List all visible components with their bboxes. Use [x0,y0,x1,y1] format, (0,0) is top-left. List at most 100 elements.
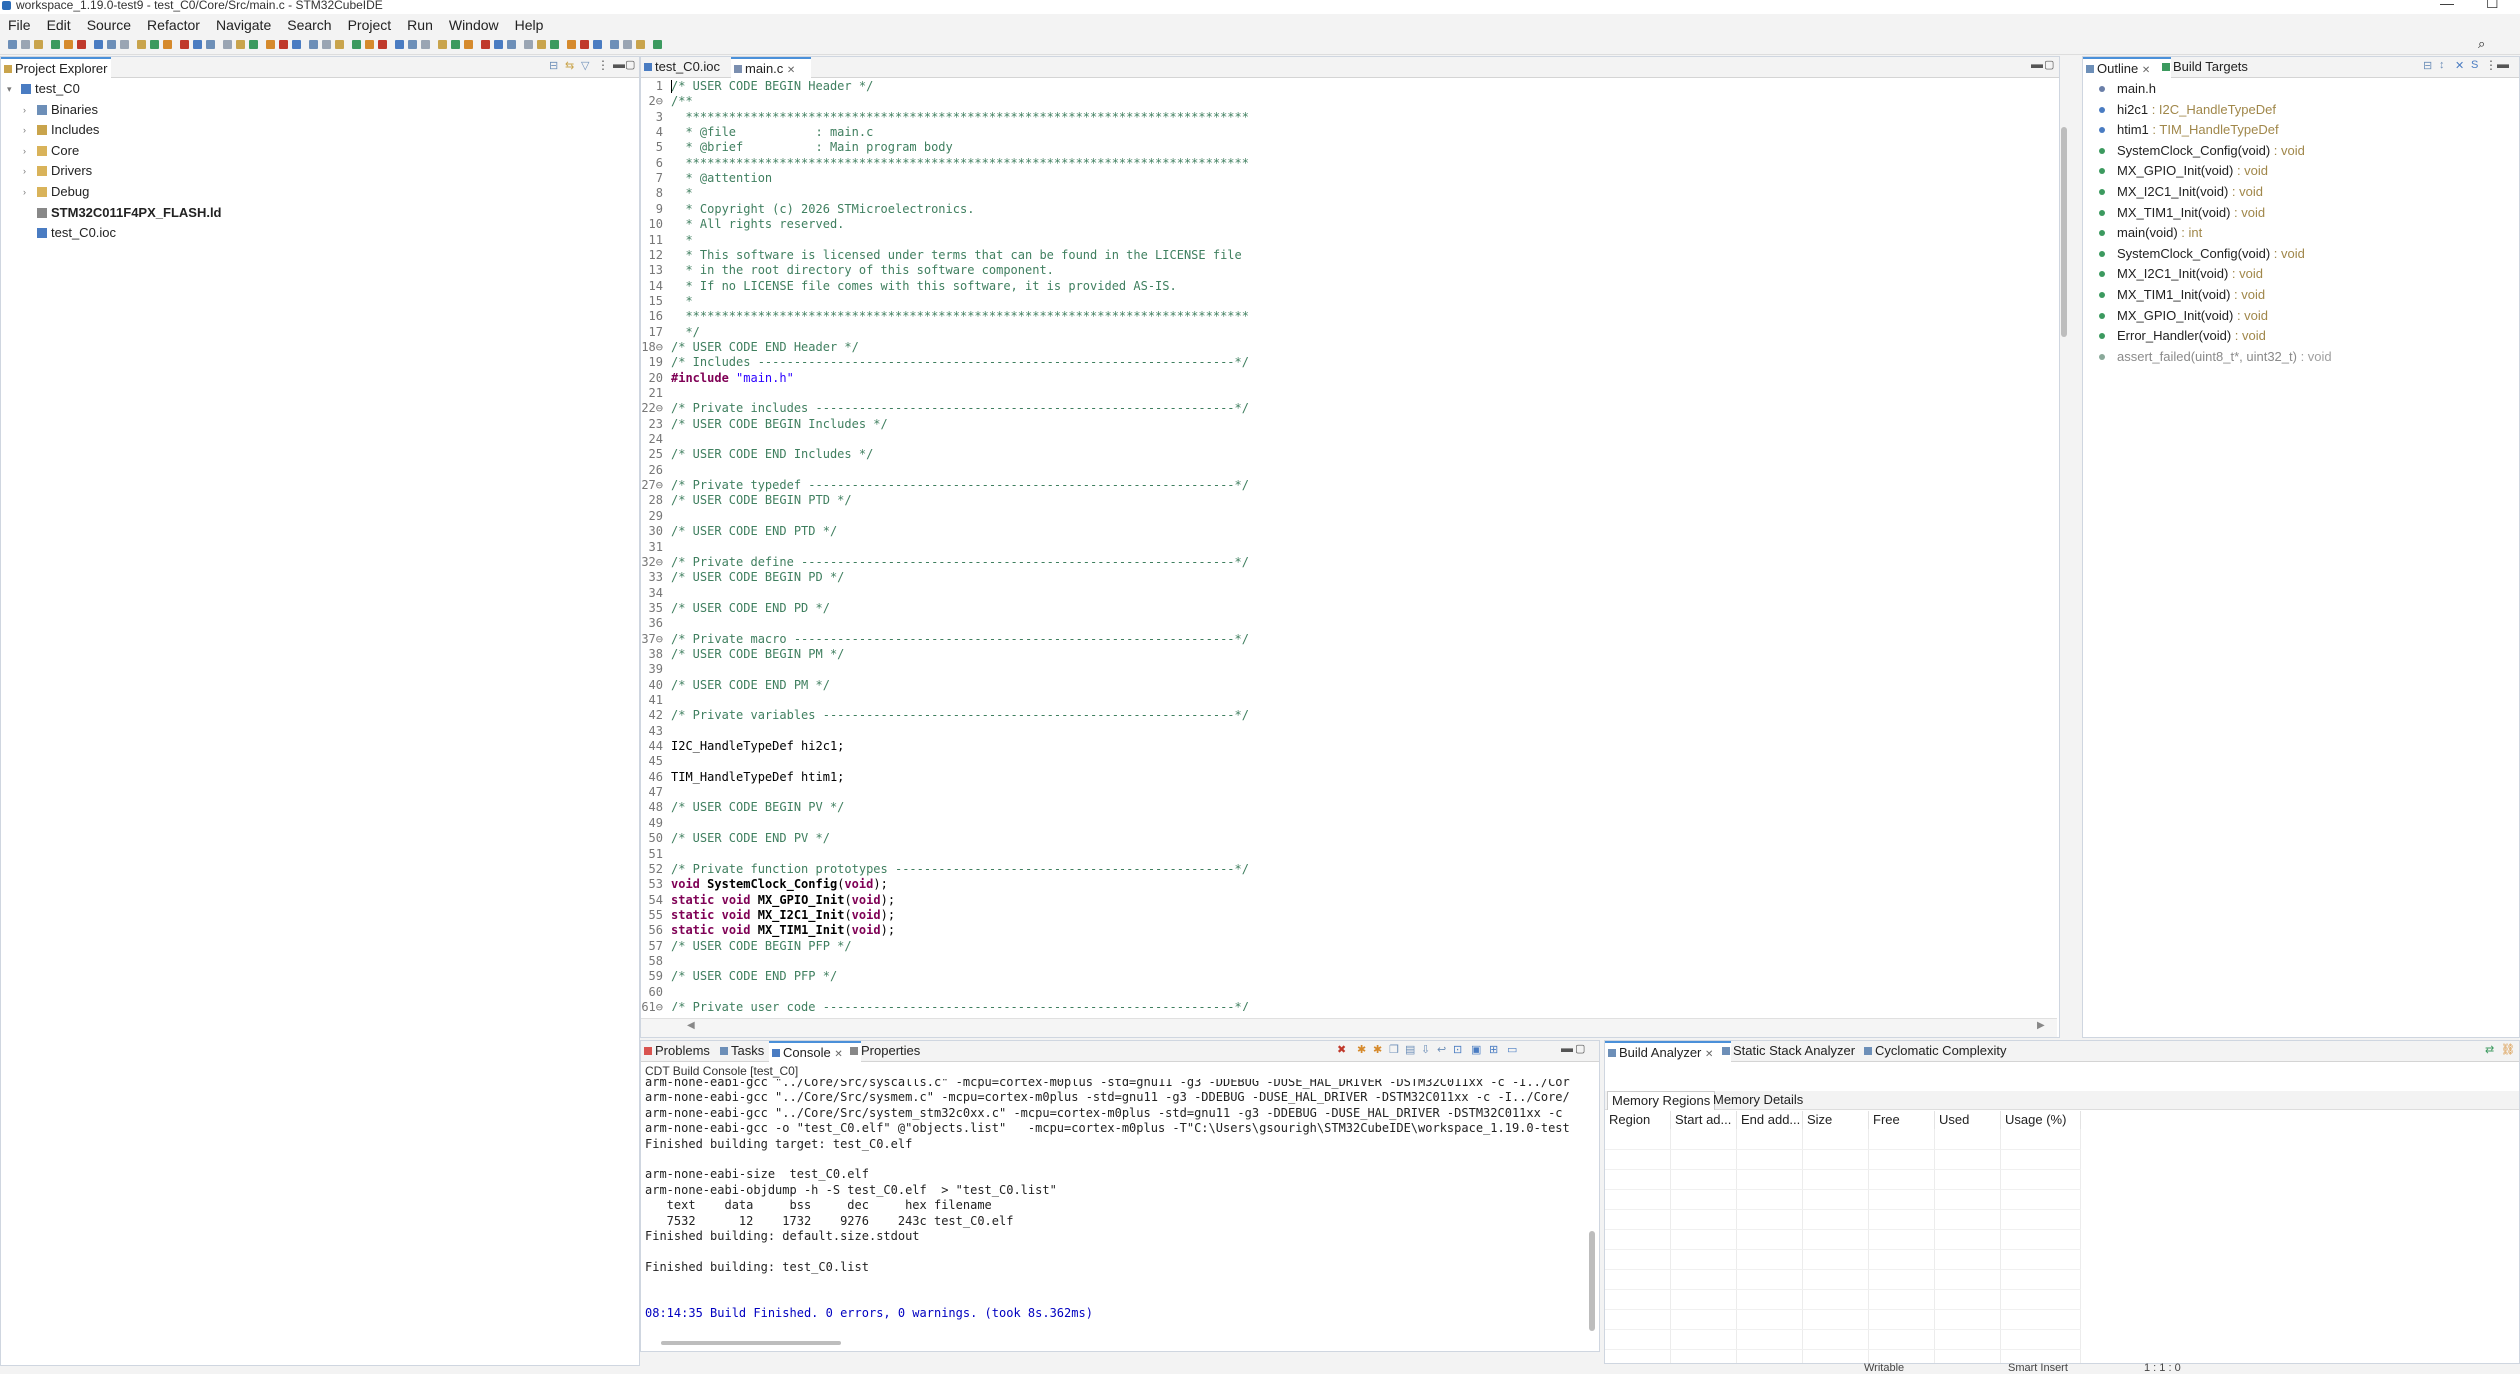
pin-icon[interactable] [623,40,632,49]
menu-project[interactable]: Project [340,14,400,36]
close-icon[interactable]: ✕ [834,1049,842,1060]
menu-edit[interactable]: Edit [39,14,79,36]
run-icon[interactable] [507,40,516,49]
collapse-all-icon[interactable]: ⊟ [2423,59,2432,72]
tab-properties[interactable]: Properties [847,1041,945,1061]
menu-window[interactable]: Window [441,14,507,36]
maximize-view-icon[interactable]: ▢ [625,58,635,71]
build-icon[interactable] [266,40,275,49]
chevron-right-icon[interactable]: › [23,182,33,202]
word-wrap-icon[interactable]: ↩ [1437,1043,1446,1056]
tab-main-c[interactable]: main.c ✕ [731,57,811,78]
save-icon[interactable] [21,40,30,49]
tab-project-explorer[interactable]: Project Explorer [1,57,112,78]
info-icon[interactable] [206,40,215,49]
new-icon[interactable] [8,40,17,49]
save-all-icon[interactable] [464,40,473,49]
search-files-icon[interactable] [335,40,344,49]
back-icon[interactable] [593,40,602,49]
prev-annotation-icon[interactable] [150,40,159,49]
tab-test-c0-ioc[interactable]: test_C0.ioc [641,57,743,77]
view-menu-icon[interactable]: ⋮ [2485,58,2497,72]
open-type-icon[interactable] [107,40,116,49]
copy-icon[interactable]: ❐ [1389,1043,1399,1056]
subtab-memory-details[interactable]: Memory Details [1709,1091,1807,1109]
hide-static-icon[interactable]: S [2471,59,2478,71]
new-console-icon[interactable]: ▭ [1507,1043,1517,1056]
tab-build-analyzer[interactable]: Build Analyzer ✕ [1605,1041,1731,1062]
column-header[interactable]: Region [1605,1111,1671,1129]
console-horizontal-scrollbar[interactable] [661,1341,841,1345]
pin-icon[interactable] [408,40,417,49]
pin-icon[interactable] [193,40,202,49]
sort-icon[interactable]: ↕ [2439,59,2445,71]
open-console-icon[interactable]: ⊞ [1489,1043,1498,1056]
info-icon[interactable] [421,40,430,49]
column-header[interactable]: Usage (%) [2001,1111,2081,1129]
tab-static-stack-analyzer[interactable]: Static Stack Analyzer [1719,1041,1877,1061]
debug-icon[interactable] [494,40,503,49]
column-header[interactable]: Free [1869,1111,1935,1129]
minimize-view-icon[interactable]: ▬ [2031,57,2043,71]
view-menu-icon[interactable]: ⋮ [597,58,609,72]
tab-build-targets[interactable]: Build Targets [2159,57,2273,77]
chevron-down-icon[interactable]: ▾ [7,79,17,99]
console-vertical-scrollbar[interactable] [1589,1231,1595,1331]
maximize-view-icon[interactable]: ▢ [2044,58,2054,71]
editor-horizontal-scrollbar[interactable]: ◀ ▶ [641,1018,2057,1037]
build-icon[interactable] [481,40,490,49]
link-icon[interactable]: ⛓ [2501,1043,2515,1056]
external-tools-icon[interactable] [94,40,103,49]
pin-console-icon[interactable]: ⊡ [1453,1043,1462,1056]
close-icon[interactable]: ✕ [1705,1049,1713,1060]
debug-icon[interactable] [64,40,73,49]
build-icon[interactable] [51,40,60,49]
subtab-memory-regions[interactable]: Memory Regions [1607,1091,1716,1110]
remove-all-icon[interactable]: ✱ [1373,1043,1382,1056]
menu-source[interactable]: Source [79,14,139,36]
menu-run[interactable]: Run [399,14,441,36]
editor-vertical-scrollbar[interactable] [2061,127,2067,337]
open-type-icon[interactable] [322,40,331,49]
back-icon[interactable] [378,40,387,49]
external-tools-icon[interactable] [524,40,533,49]
save-all-icon[interactable] [249,40,258,49]
tab-cyclomatic-complexity[interactable]: Cyclomatic Complexity [1861,1041,2039,1061]
close-icon[interactable]: ✕ [2142,65,2150,76]
search-files-icon[interactable] [120,40,129,49]
display-console-icon[interactable]: ▣ [1471,1043,1481,1056]
new-icon[interactable] [223,40,232,49]
prev-annotation-icon[interactable] [365,40,374,49]
menu-file[interactable]: File [0,14,39,36]
menu-refactor[interactable]: Refactor [139,14,208,36]
chevron-right-icon[interactable]: › [23,100,33,120]
menu-search[interactable]: Search [279,14,339,36]
forward-icon[interactable] [180,40,189,49]
new-icon[interactable] [438,40,447,49]
console-output[interactable]: arm-none-eabi-gcc "../Core/Src/syscalls.… [641,1079,1579,1337]
menu-navigate[interactable]: Navigate [208,14,279,36]
new-icon[interactable] [653,40,662,49]
hide-fields-icon[interactable]: ✕ [2455,59,2464,72]
maximize-view-icon[interactable]: ▢ [1575,1042,1585,1055]
link-editor-icon[interactable]: ⇆ [565,59,574,72]
remove-launch-icon[interactable]: ✱ [1357,1043,1366,1056]
search-icon[interactable]: ⌕ [2478,36,2485,52]
code-area[interactable]: 1/* USER CODE BEGIN Header */2⊖/** 3 ****… [641,79,2039,1011]
run-icon[interactable] [77,40,86,49]
tab-outline[interactable]: Outline ✕ [2083,57,2171,78]
refresh-icon[interactable]: ⇄ [2485,1043,2494,1056]
menu-help[interactable]: Help [507,14,552,36]
column-header[interactable]: Start ad... [1671,1111,1737,1129]
chevron-right-icon[interactable]: › [23,120,33,140]
scroll-lock-icon[interactable]: ⇩ [1421,1043,1430,1056]
close-icon[interactable]: ✕ [787,65,795,76]
scroll-right-icon[interactable]: ▶ [2037,1020,2045,1031]
column-header[interactable]: Size [1803,1111,1869,1129]
external-tools-icon[interactable] [309,40,318,49]
back-icon[interactable] [163,40,172,49]
minimize-view-icon[interactable]: ▬ [2497,57,2509,71]
column-header[interactable]: End add... [1737,1111,1803,1129]
chevron-right-icon[interactable]: › [23,141,33,161]
next-annotation-icon[interactable] [567,40,576,49]
